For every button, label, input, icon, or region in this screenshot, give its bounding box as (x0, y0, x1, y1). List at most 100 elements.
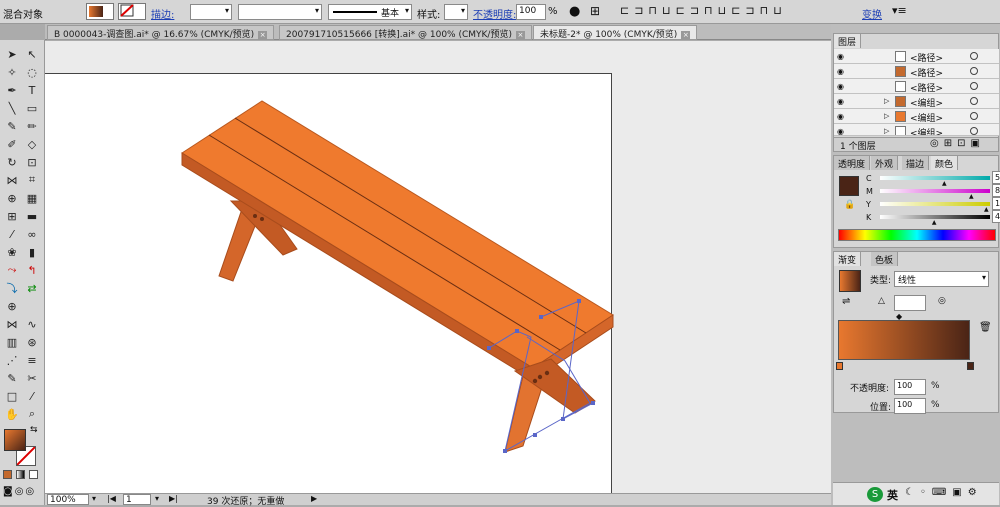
opacity-label[interactable]: 不透明度: (473, 6, 516, 21)
layer-row[interactable]: ◉ <路径> (834, 49, 999, 64)
gradient-swatch[interactable] (839, 270, 861, 292)
scissors-tool-icon[interactable]: ✂ (23, 370, 41, 386)
color-swatch[interactable] (839, 176, 859, 196)
none-mode-icon[interactable] (29, 470, 38, 479)
ime-language[interactable]: 英 (887, 487, 898, 503)
pucker-tool-icon[interactable]: ⊛ (23, 334, 41, 350)
slider-handle-icon[interactable]: ▲ (942, 180, 947, 187)
live-paint-selection-icon[interactable]: ↰ (23, 262, 41, 278)
magic-wand-tool-icon[interactable]: ✧ (3, 64, 21, 80)
knife-tool-icon[interactable]: ⇄ (23, 280, 41, 296)
opacity-input[interactable]: 100 (516, 4, 546, 20)
tab-document-2[interactable]: 200791710515666 [转换].ai* @ 100% (CMYK/预览… (279, 25, 532, 40)
style-select[interactable]: ▾ (444, 4, 468, 20)
status-menu-icon[interactable]: ▶ (311, 494, 317, 503)
paintbrush-tool-icon[interactable]: ✎ (3, 118, 21, 134)
tab-stroke[interactable]: 描边 (902, 156, 930, 170)
lock-icon[interactable]: 🔒 (844, 200, 855, 210)
tab-color[interactable]: 颜色 (931, 156, 959, 170)
width-tool-icon[interactable]: ⋈ (3, 172, 21, 188)
eyedropper-tool-icon[interactable]: ⁄ (3, 226, 21, 242)
tab-document-1[interactable]: B 0000043-调查图.ai* @ 16.67% (CMYK/预览) × (47, 25, 275, 40)
expand-triangle-icon[interactable]: ▷ (884, 112, 889, 120)
pen-tool-icon[interactable]: ✒ (3, 82, 21, 98)
target-icon[interactable] (970, 97, 978, 105)
anchor-point[interactable] (561, 417, 565, 421)
layer-row[interactable]: ◉ ▷ <编组> (834, 124, 999, 136)
angle-input[interactable] (894, 295, 926, 311)
channel-value-input[interactable]: 85.62 (992, 184, 1000, 197)
symbol-tool-icon[interactable]: ⊕ (3, 298, 21, 314)
recolor-icon[interactable]: ● (569, 4, 580, 19)
stroke-color-swatch[interactable] (118, 3, 146, 20)
mesh-tool-icon[interactable]: ⊞ (3, 208, 21, 224)
anchor-point[interactable] (591, 401, 595, 405)
hand-tool-icon[interactable]: ✋ (3, 406, 21, 422)
column-graph-tool-icon[interactable]: ▮ (23, 244, 41, 260)
symbol-sprayer-tool-icon[interactable]: ❀ (3, 244, 21, 260)
eraser-tool-icon[interactable]: ◇ (23, 136, 41, 152)
slider-handle-icon[interactable]: ▲ (984, 206, 989, 213)
target-icon[interactable] (970, 127, 978, 135)
brush-definition-select[interactable]: 基本 ▾ (328, 4, 412, 20)
eye-icon[interactable]: ◉ (837, 97, 844, 106)
scatter-tool-icon[interactable]: ⋰ (3, 352, 21, 368)
rectangle-tool-icon[interactable]: ▭ (23, 100, 41, 116)
variable-width-select[interactable]: ▾ (238, 4, 322, 20)
midpoint-icon[interactable]: ◆ (896, 312, 902, 321)
page-field[interactable]: 1 (123, 494, 151, 505)
anchor-point[interactable] (533, 433, 537, 437)
stroke-weight-field[interactable]: ▾ (190, 4, 232, 20)
channel-slider[interactable]: ▲ (880, 202, 990, 213)
slice-tool-icon[interactable]: ⤵ (3, 280, 21, 296)
anchor-point[interactable] (539, 315, 543, 319)
align-icons[interactable]: ⊏⊐⊓⊔⊏⊐⊓⊔⊏⊐⊓⊔ (620, 4, 787, 17)
anchor-point[interactable] (503, 449, 507, 453)
line-tool-icon[interactable]: ╲ (3, 100, 21, 116)
expand-triangle-icon[interactable]: ▷ (884, 127, 889, 135)
tab-transparency[interactable]: 透明度 (834, 156, 871, 170)
slice-select-tool-icon[interactable]: ⁄ (23, 388, 41, 404)
tab-gradient[interactable]: 渐变 (834, 252, 862, 266)
eye-icon[interactable]: ◉ (837, 112, 844, 121)
tab-layers[interactable]: 图层 (834, 34, 862, 48)
color-spectrum[interactable] (838, 229, 996, 241)
close-icon[interactable]: × (258, 31, 268, 40)
layer-row[interactable]: ◉ ▷ <编组> (834, 109, 999, 124)
live-paint-bucket-icon[interactable]: ⤳ (3, 262, 21, 278)
direct-selection-tool-icon[interactable]: ↖ (23, 46, 41, 62)
canvas-area[interactable] (45, 41, 831, 493)
gradient-mode-icon[interactable] (16, 470, 25, 479)
ime-logo-icon[interactable]: S (867, 487, 883, 502)
stroke-label[interactable]: 描边: (151, 6, 174, 21)
zoom-field[interactable]: 100% (47, 494, 89, 505)
blend-tool-icon[interactable]: ∞ (23, 226, 41, 242)
eye-icon[interactable]: ◉ (837, 82, 844, 91)
document-setup-icon[interactable]: ⊞ (590, 4, 600, 18)
gradient-stop[interactable] (836, 362, 843, 370)
perspective-grid-tool-icon[interactable]: ▦ (23, 190, 41, 206)
transform-link[interactable]: 变换 (862, 6, 882, 21)
rotate-tool-icon[interactable]: ↻ (3, 154, 21, 170)
gradient-type-select[interactable]: 线性 ▾ (894, 271, 989, 287)
slider-handle-icon[interactable]: ▲ (969, 193, 974, 200)
eye-icon[interactable]: ◉ (837, 52, 844, 61)
blob-brush-tool-icon[interactable]: ✐ (3, 136, 21, 152)
measure-tool-icon[interactable]: ✎ (3, 370, 21, 386)
channel-slider[interactable]: ▲ (880, 176, 990, 187)
zoom-tool-icon[interactable]: ⌕ (23, 406, 41, 422)
target-icon[interactable] (970, 112, 978, 120)
channel-slider[interactable]: ▲ (880, 215, 990, 226)
tab-document-3[interactable]: 未标题-2* @ 100% (CMYK/预览) × (533, 25, 698, 40)
next-page-icon[interactable]: ▶| (169, 494, 178, 503)
bar-graph-tool-icon[interactable]: ≡ (23, 352, 41, 368)
lasso-tool-icon[interactable]: ◌ (23, 64, 41, 80)
gradient-stop[interactable] (967, 362, 974, 370)
layer-action-icons[interactable]: ◎⊞⊡▣ (930, 138, 985, 149)
anchor-point[interactable] (577, 299, 581, 303)
tab-swatches[interactable]: 色板 (871, 252, 899, 266)
tab-appearance[interactable]: 外观 (871, 156, 899, 170)
target-icon[interactable] (970, 67, 978, 75)
scale-tool-icon[interactable]: ⊡ (23, 154, 41, 170)
close-icon[interactable]: × (681, 31, 691, 40)
